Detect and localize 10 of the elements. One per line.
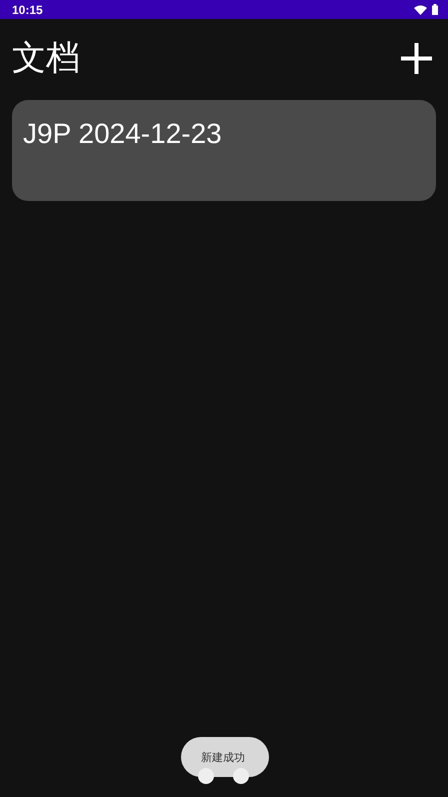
- battery-icon: [432, 4, 438, 15]
- plus-icon: [400, 42, 432, 74]
- toast-message: 新建成功: [181, 737, 269, 777]
- add-button[interactable]: [398, 40, 434, 76]
- dot-icon: [198, 768, 214, 784]
- wifi-icon: [414, 4, 427, 14]
- dot-icon: [233, 768, 249, 784]
- page-title: 文档: [12, 38, 80, 78]
- status-time: 10:15: [12, 2, 43, 16]
- document-card[interactable]: J9P 2024-12-23: [12, 100, 436, 201]
